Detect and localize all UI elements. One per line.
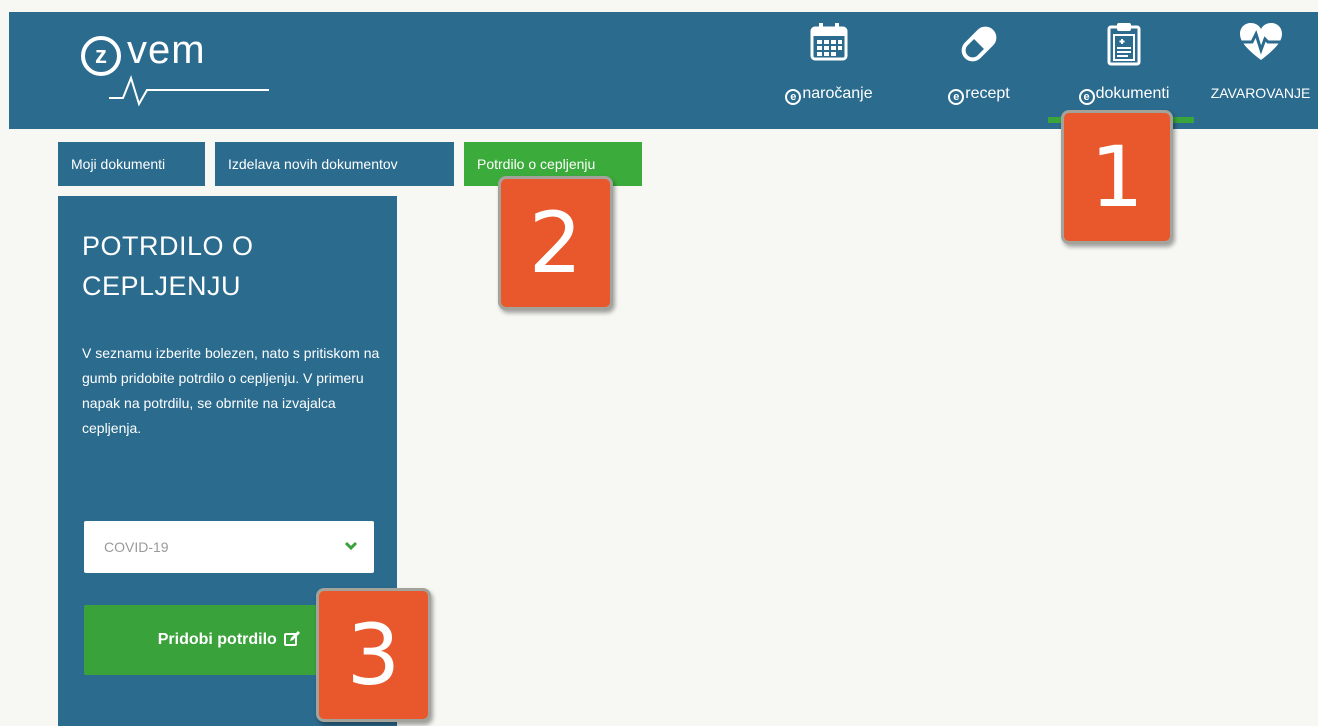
e-prefix-icon: e [948, 89, 965, 105]
heart-pulse-icon [1239, 23, 1282, 60]
zvem-logo[interactable]: z vem [81, 28, 271, 120]
logo-pulse-line [109, 74, 269, 107]
step-marker-1: 1 [1061, 110, 1173, 244]
select-value: COVID-19 [104, 539, 169, 555]
tab-moji-dokumenti[interactable]: Moji dokumenti [58, 142, 205, 186]
nav-label: e recept [924, 85, 1034, 105]
tab-izdelava-novih-dokumentov[interactable]: Izdelava novih dokumentov [215, 142, 454, 186]
step-marker-2: 2 [498, 176, 613, 310]
pill-icon [961, 26, 997, 62]
e-prefix-icon: e [1078, 89, 1095, 105]
edit-icon [284, 631, 301, 646]
step-marker-3: 3 [316, 588, 431, 722]
button-label: Pridobi potrdilo [157, 631, 277, 648]
disease-select[interactable]: COVID-19 [84, 521, 374, 573]
nav-label: ZAVAROVANJE [1210, 85, 1311, 101]
nav-label: e naročanje [769, 85, 889, 105]
e-prefix-icon: e [785, 89, 802, 105]
clipboard-icon [1107, 23, 1141, 66]
panel-title: POTRDILO O CEPLJENJU [82, 231, 254, 301]
nav-recept[interactable]: e recept [924, 12, 1034, 129]
logo-wordmark: vem [127, 28, 206, 72]
nav-zavarovanje[interactable]: ZAVAROVANJE [1203, 12, 1318, 129]
chevron-down-icon [344, 541, 358, 551]
panel-description: V seznamu izberite bolezen, nato s priti… [82, 345, 380, 436]
nav-label: e dokumenti [1049, 85, 1199, 105]
calendar-icon [810, 23, 848, 61]
nav-narocanje[interactable]: e naročanje [769, 12, 889, 129]
